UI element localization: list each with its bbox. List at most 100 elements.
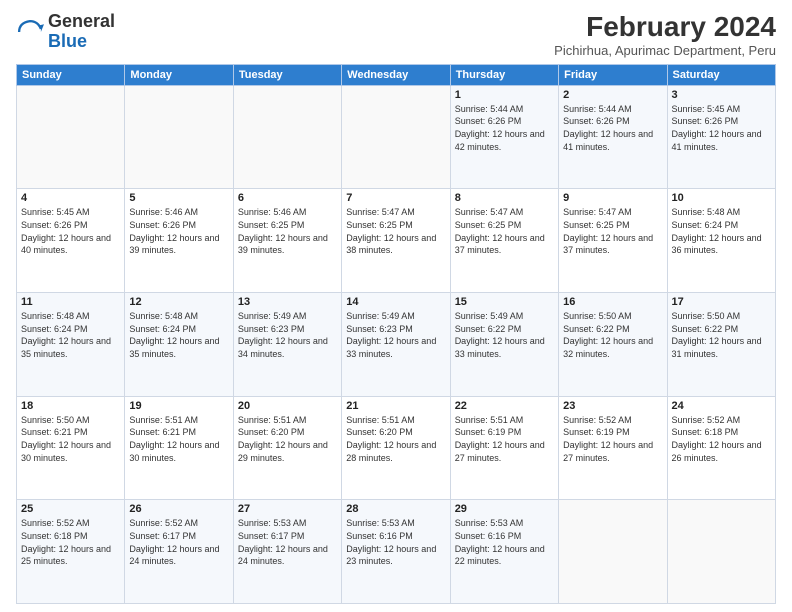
day-info: Sunrise: 5:51 AM Sunset: 6:20 PM Dayligh… [346,414,445,464]
day-number: 1 [455,89,554,101]
day-info: Sunrise: 5:46 AM Sunset: 6:25 PM Dayligh… [238,206,337,256]
location: Pichirhua, Apurimac Department, Peru [554,43,776,58]
day-number: 22 [455,400,554,412]
day-info: Sunrise: 5:53 AM Sunset: 6:17 PM Dayligh… [238,517,337,567]
day-info: Sunrise: 5:44 AM Sunset: 6:26 PM Dayligh… [455,103,554,153]
logo-text: General Blue [48,12,115,52]
day-number: 29 [455,503,554,515]
calendar-day-cell: 23 Sunrise: 5:52 AM Sunset: 6:19 PM Dayli… [559,396,667,500]
day-of-week-header: Sunday [17,64,125,85]
day-info: Sunrise: 5:53 AM Sunset: 6:16 PM Dayligh… [346,517,445,567]
calendar-table: SundayMondayTuesdayWednesdayThursdayFrid… [16,64,776,604]
day-info: Sunrise: 5:53 AM Sunset: 6:16 PM Dayligh… [455,517,554,567]
day-info: Sunrise: 5:48 AM Sunset: 6:24 PM Dayligh… [672,206,771,256]
calendar-day-cell: 5Sunrise: 5:46 AM Sunset: 6:26 PM Daylig… [125,189,233,293]
day-number: 21 [346,400,445,412]
calendar-day-cell: 26 Sunrise: 5:52 AM Sunset: 6:17 PM Dayli… [125,500,233,604]
month-year: February 2024 [554,12,776,43]
day-number: 6 [238,192,337,204]
day-number: 2 [563,89,662,101]
calendar-day-cell: 7 Sunrise: 5:47 AM Sunset: 6:25 PM Daylig… [342,189,450,293]
calendar-week-row: 25 Sunrise: 5:52 AM Sunset: 6:18 PM Dayli… [17,500,776,604]
calendar-day-cell: 28 Sunrise: 5:53 AM Sunset: 6:16 PM Dayli… [342,500,450,604]
day-info: Sunrise: 5:47 AM Sunset: 6:25 PM Dayligh… [563,206,662,256]
day-of-week-header: Thursday [450,64,558,85]
day-of-week-header: Friday [559,64,667,85]
calendar-day-cell: 10 Sunrise: 5:48 AM Sunset: 6:24 PM Dayli… [667,189,775,293]
day-info: Sunrise: 5:52 AM Sunset: 6:18 PM Dayligh… [672,414,771,464]
day-number: 24 [672,400,771,412]
day-info: Sunrise: 5:48 AM Sunset: 6:24 PM Dayligh… [129,310,228,360]
day-info: Sunrise: 5:47 AM Sunset: 6:25 PM Dayligh… [455,206,554,256]
calendar-day-cell: 25 Sunrise: 5:52 AM Sunset: 6:18 PM Dayli… [17,500,125,604]
day-of-week-header: Monday [125,64,233,85]
day-info: Sunrise: 5:47 AM Sunset: 6:25 PM Dayligh… [346,206,445,256]
calendar-day-cell: 6 Sunrise: 5:46 AM Sunset: 6:25 PM Daylig… [233,189,341,293]
day-info: Sunrise: 5:51 AM Sunset: 6:19 PM Dayligh… [455,414,554,464]
header-row: SundayMondayTuesdayWednesdayThursdayFrid… [17,64,776,85]
day-number: 27 [238,503,337,515]
day-info: Sunrise: 5:52 AM Sunset: 6:17 PM Dayligh… [129,517,228,567]
day-number: 8 [455,192,554,204]
calendar-day-cell: 12 Sunrise: 5:48 AM Sunset: 6:24 PM Dayli… [125,293,233,397]
calendar-day-cell [125,85,233,189]
header: General Blue February 2024 Pichirhua, Ap… [16,12,776,58]
calendar-day-cell: 19Sunrise: 5:51 AM Sunset: 6:21 PM Dayli… [125,396,233,500]
logo-general: General [48,11,115,31]
calendar-day-cell: 1 Sunrise: 5:44 AM Sunset: 6:26 PM Daylig… [450,85,558,189]
day-number: 7 [346,192,445,204]
calendar-day-cell: 8 Sunrise: 5:47 AM Sunset: 6:25 PM Daylig… [450,189,558,293]
calendar-week-row: 4Sunrise: 5:45 AM Sunset: 6:26 PM Daylig… [17,189,776,293]
calendar-day-cell [233,85,341,189]
calendar-day-cell: 13 Sunrise: 5:49 AM Sunset: 6:23 PM Dayli… [233,293,341,397]
day-info: Sunrise: 5:44 AM Sunset: 6:26 PM Dayligh… [563,103,662,153]
day-of-week-header: Saturday [667,64,775,85]
calendar-day-cell: 27 Sunrise: 5:53 AM Sunset: 6:17 PM Dayli… [233,500,341,604]
day-info: Sunrise: 5:46 AM Sunset: 6:26 PM Dayligh… [129,206,228,256]
day-number: 23 [563,400,662,412]
day-info: Sunrise: 5:45 AM Sunset: 6:26 PM Dayligh… [672,103,771,153]
title-block: February 2024 Pichirhua, Apurimac Depart… [554,12,776,58]
day-info: Sunrise: 5:49 AM Sunset: 6:23 PM Dayligh… [346,310,445,360]
calendar-day-cell: 22 Sunrise: 5:51 AM Sunset: 6:19 PM Dayli… [450,396,558,500]
day-number: 16 [563,296,662,308]
day-info: Sunrise: 5:50 AM Sunset: 6:21 PM Dayligh… [21,414,120,464]
logo: General Blue [16,12,115,52]
day-number: 26 [129,503,228,515]
day-of-week-header: Wednesday [342,64,450,85]
day-info: Sunrise: 5:51 AM Sunset: 6:20 PM Dayligh… [238,414,337,464]
day-info: Sunrise: 5:48 AM Sunset: 6:24 PM Dayligh… [21,310,120,360]
calendar-week-row: 1 Sunrise: 5:44 AM Sunset: 6:26 PM Daylig… [17,85,776,189]
calendar-day-cell: 4Sunrise: 5:45 AM Sunset: 6:26 PM Daylig… [17,189,125,293]
day-number: 28 [346,503,445,515]
calendar-day-cell: 15Sunrise: 5:49 AM Sunset: 6:22 PM Dayli… [450,293,558,397]
day-number: 10 [672,192,771,204]
calendar-day-cell: 18Sunrise: 5:50 AM Sunset: 6:21 PM Dayli… [17,396,125,500]
day-info: Sunrise: 5:50 AM Sunset: 6:22 PM Dayligh… [563,310,662,360]
calendar-day-cell: 3Sunrise: 5:45 AM Sunset: 6:26 PM Daylig… [667,85,775,189]
day-number: 12 [129,296,228,308]
day-info: Sunrise: 5:52 AM Sunset: 6:19 PM Dayligh… [563,414,662,464]
calendar-day-cell: 24 Sunrise: 5:52 AM Sunset: 6:18 PM Dayli… [667,396,775,500]
day-number: 13 [238,296,337,308]
day-info: Sunrise: 5:49 AM Sunset: 6:23 PM Dayligh… [238,310,337,360]
day-number: 9 [563,192,662,204]
calendar-day-cell: 9 Sunrise: 5:47 AM Sunset: 6:25 PM Daylig… [559,189,667,293]
calendar-day-cell: 29 Sunrise: 5:53 AM Sunset: 6:16 PM Dayli… [450,500,558,604]
calendar-day-cell [667,500,775,604]
calendar-body: 1 Sunrise: 5:44 AM Sunset: 6:26 PM Daylig… [17,85,776,603]
calendar-day-cell: 21 Sunrise: 5:51 AM Sunset: 6:20 PM Dayli… [342,396,450,500]
day-number: 4 [21,192,120,204]
day-number: 17 [672,296,771,308]
day-info: Sunrise: 5:52 AM Sunset: 6:18 PM Dayligh… [21,517,120,567]
calendar-day-cell [342,85,450,189]
day-number: 14 [346,296,445,308]
calendar-header: SundayMondayTuesdayWednesdayThursdayFrid… [17,64,776,85]
day-number: 25 [21,503,120,515]
calendar-week-row: 18Sunrise: 5:50 AM Sunset: 6:21 PM Dayli… [17,396,776,500]
day-number: 15 [455,296,554,308]
calendar-day-cell: 11Sunrise: 5:48 AM Sunset: 6:24 PM Dayli… [17,293,125,397]
calendar-day-cell: 20Sunrise: 5:51 AM Sunset: 6:20 PM Dayli… [233,396,341,500]
calendar-day-cell [559,500,667,604]
day-number: 19 [129,400,228,412]
